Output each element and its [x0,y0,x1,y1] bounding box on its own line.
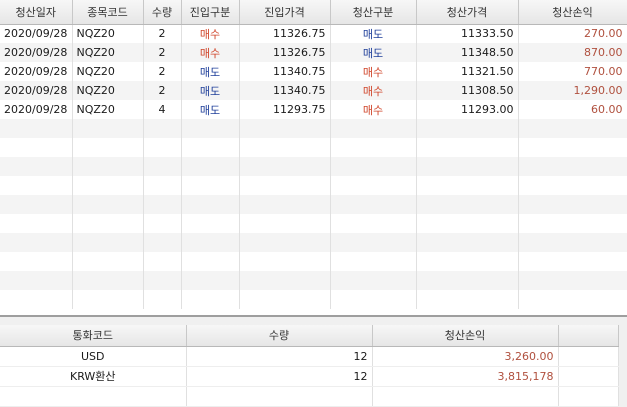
close-date-cell: 2020/09/28 [0,100,73,119]
empty-row [0,214,627,233]
empty-row [0,271,627,290]
summary-header-row: 통화코드 수량 청산손익 [0,325,619,347]
symbol-code-cell: NQZ20 [72,43,144,62]
entry-price-cell: 11326.75 [239,43,331,62]
col-header-exit-price[interactable]: 청산가격 [416,0,519,25]
quantity-cell: 12 [186,366,373,387]
entry-side-cell: 매수 [181,24,240,43]
quantity-cell: 12 [186,346,373,367]
position-row[interactable]: 2020/09/28 NQZ20 2 매도 11340.75 매수 11321.50 770.… [0,62,627,81]
empty-row [0,176,627,195]
empty-row [0,290,627,309]
currency-cell: KRW환산 [0,366,187,387]
col-header-summary-pnl[interactable]: 청산손익 [372,325,559,347]
close-date-cell: 2020/09/28 [0,43,73,62]
empty-row [0,138,627,157]
quantity-cell: 2 [143,62,182,81]
entry-side-cell: 매도 [181,62,240,81]
summary-row[interactable]: KRW환산 12 3,815,178 [0,366,619,387]
col-header-entry-side[interactable]: 진입구분 [181,0,240,25]
exit-side-cell: 매도 [330,43,417,62]
quantity-cell: 4 [143,100,182,119]
position-row[interactable]: 2020/09/28 NQZ20 2 매수 11326.75 매도 11333.50 270.… [0,24,627,43]
entry-side-cell: 매도 [181,81,240,100]
col-header-quantity[interactable]: 수량 [143,0,182,25]
entry-price-cell: 11340.75 [239,62,331,81]
empty-row [0,119,627,138]
realized-pnl-cell: 870.00 [518,43,627,62]
close-date-cell: 2020/09/28 [0,24,73,43]
exit-side-cell: 매수 [330,81,417,100]
close-date-cell: 2020/09/28 [0,62,73,81]
symbol-code-cell: NQZ20 [72,62,144,81]
exit-price-cell: 11348.50 [416,43,519,62]
entry-price-cell: 11326.75 [239,24,331,43]
summary-grid[interactable]: 통화코드 수량 청산손익 USD 12 3,260.00 KRW환산 12 3,… [0,325,619,407]
quantity-cell: 2 [143,43,182,62]
exit-side-cell: 매수 [330,62,417,81]
exit-side-cell: 매도 [330,24,417,43]
col-header-entry-price[interactable]: 진입가격 [239,0,331,25]
position-row[interactable]: 2020/09/28 NQZ20 2 매도 11340.75 매수 11308.50 1,29… [0,81,627,100]
position-row[interactable]: 2020/09/28 NQZ20 2 매수 11326.75 매도 11348.50 870.… [0,43,627,62]
symbol-code-cell: NQZ20 [72,24,144,43]
empty-cell [558,366,619,387]
col-header-symbol-code[interactable]: 종목코드 [72,0,144,25]
empty-row [0,252,627,271]
col-header-realized-pnl[interactable]: 청산손익 [518,0,627,25]
pnl-cell: 3,260.00 [372,346,559,367]
realized-pnl-cell: 770.00 [518,62,627,81]
quantity-cell: 2 [143,81,182,100]
realized-pnl-cell: 1,290.00 [518,81,627,100]
empty-row [0,233,627,252]
col-header-currency-code[interactable]: 통화코드 [0,325,187,347]
symbol-code-cell: NQZ20 [72,100,144,119]
empty-row [0,195,627,214]
realized-pnl-cell: 60.00 [518,100,627,119]
empty-row [0,157,627,176]
entry-side-cell: 매수 [181,43,240,62]
symbol-code-cell: NQZ20 [72,81,144,100]
exit-side-cell: 매수 [330,100,417,119]
exit-price-cell: 11321.50 [416,62,519,81]
quantity-cell: 2 [143,24,182,43]
entry-side-cell: 매도 [181,100,240,119]
entry-price-cell: 11293.75 [239,100,331,119]
exit-price-cell: 11333.50 [416,24,519,43]
summary-row-empty [0,386,619,407]
currency-cell: USD [0,346,187,367]
positions-grid[interactable]: 청산일자 종목코드 수량 진입구분 진입가격 청산구분 청산가격 청산손익 20… [0,0,627,309]
entry-price-cell: 11340.75 [239,81,331,100]
pnl-cell: 3,815,178 [372,366,559,387]
exit-price-cell: 11308.50 [416,81,519,100]
summary-row[interactable]: USD 12 3,260.00 [0,346,619,367]
col-header-close-date[interactable]: 청산일자 [0,0,73,25]
exit-price-cell: 11293.00 [416,100,519,119]
close-date-cell: 2020/09/28 [0,81,73,100]
positions-header-row: 청산일자 종목코드 수량 진입구분 진입가격 청산구분 청산가격 청산손익 [0,0,627,25]
col-header-exit-side[interactable]: 청산구분 [330,0,417,25]
position-row[interactable]: 2020/09/28 NQZ20 4 매도 11293.75 매수 11293.00 60.0… [0,100,627,119]
empty-cell [558,346,619,367]
col-header-summary-quantity[interactable]: 수량 [186,325,373,347]
realized-pnl-cell: 270.00 [518,24,627,43]
col-header-empty [558,325,619,347]
